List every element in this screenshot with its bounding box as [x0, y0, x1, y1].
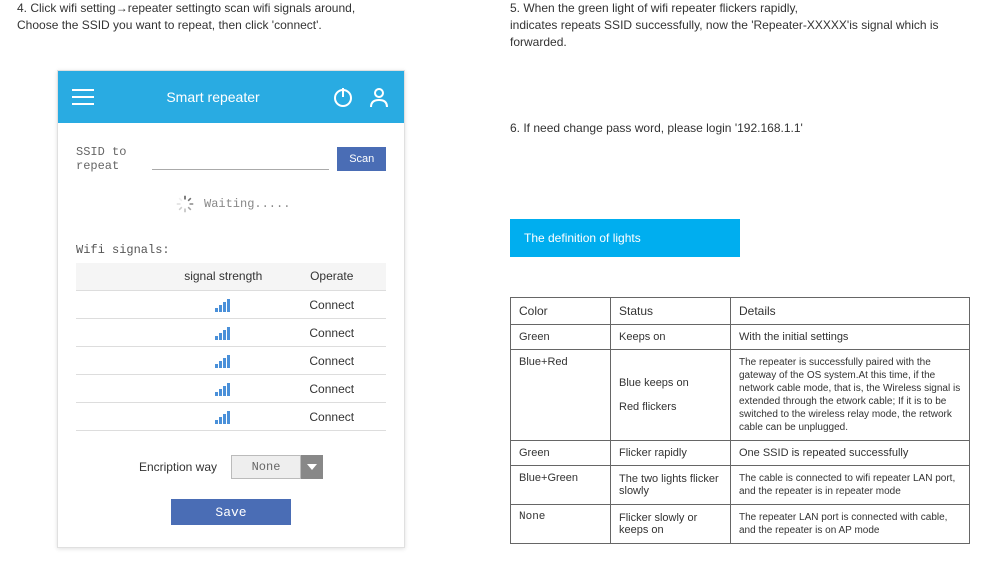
- step6-text: 6. If need change pass word, please logi…: [510, 120, 990, 137]
- col-operate: Operate: [278, 263, 387, 291]
- phone-mock: Smart repeater SSID to repeat Scan: [57, 70, 405, 549]
- table-row: Blue+Green The two lights flicker slowly…: [511, 466, 970, 505]
- table-row: Connect: [76, 375, 386, 403]
- ssid-input[interactable]: [152, 148, 329, 170]
- connect-button[interactable]: Connect: [278, 347, 387, 375]
- power-icon[interactable]: [332, 86, 354, 108]
- encryption-value: None: [231, 455, 301, 479]
- signal-icon: [215, 298, 231, 312]
- app-header: Smart repeater: [58, 71, 404, 123]
- table-row: Connect: [76, 291, 386, 319]
- step4-line2: Choose the SSID you want to repeat, then…: [17, 17, 437, 34]
- encryption-label: Encription way: [139, 460, 217, 474]
- table-row: Blue+Red Blue keeps on Red flickers The …: [511, 350, 970, 441]
- table-row: Green Flicker rapidly One SSID is repeat…: [511, 441, 970, 466]
- connect-button[interactable]: Connect: [278, 375, 387, 403]
- table-row: Connect: [76, 403, 386, 431]
- table-row: Connect: [76, 319, 386, 347]
- chevron-down-icon[interactable]: [301, 455, 323, 479]
- lights-h1: Color: [511, 298, 611, 325]
- connect-button[interactable]: Connect: [278, 319, 387, 347]
- step4-line1: 4. Click wifi setting→repeater settingto…: [17, 0, 437, 17]
- table-row: None Flicker slowly or keeps on The repe…: [511, 505, 970, 544]
- app-title: Smart repeater: [94, 89, 332, 105]
- step5-line1: 5. When the green light of wifi repeater…: [510, 0, 990, 17]
- loading-icon: [176, 195, 194, 213]
- step5-line2: indicates repeats SSID successfully, now…: [510, 17, 990, 51]
- table-row: Connect: [76, 347, 386, 375]
- signal-icon: [215, 326, 231, 340]
- wifi-signals-table: signal strength Operate Connect Connect …: [76, 263, 386, 432]
- connect-button[interactable]: Connect: [278, 291, 387, 319]
- lights-table: Color Status Details Green Keeps on With…: [510, 297, 970, 544]
- signal-icon: [215, 410, 231, 424]
- lights-definition-title: The definition of lights: [510, 219, 740, 257]
- step4-text: 4. Click wifi setting→repeater settingto…: [17, 0, 437, 34]
- lights-h2: Status: [611, 298, 731, 325]
- connect-button[interactable]: Connect: [278, 403, 387, 431]
- signal-icon: [215, 382, 231, 396]
- col-strength: signal strength: [169, 263, 278, 291]
- ssid-label: SSID to repeat: [76, 145, 144, 173]
- table-row: Green Keeps on With the initial settings: [511, 325, 970, 350]
- user-icon[interactable]: [368, 86, 390, 108]
- step5-text: 5. When the green light of wifi repeater…: [510, 0, 990, 50]
- save-button[interactable]: Save: [171, 499, 291, 525]
- wifi-signals-label: Wifi signals:: [76, 243, 386, 257]
- menu-icon[interactable]: [72, 89, 94, 105]
- lights-h3: Details: [731, 298, 970, 325]
- waiting-text: Waiting.....: [204, 197, 290, 211]
- scan-button[interactable]: Scan: [337, 147, 386, 171]
- signal-icon: [215, 354, 231, 368]
- col-ssid: [76, 263, 169, 291]
- encryption-select[interactable]: None: [231, 455, 323, 479]
